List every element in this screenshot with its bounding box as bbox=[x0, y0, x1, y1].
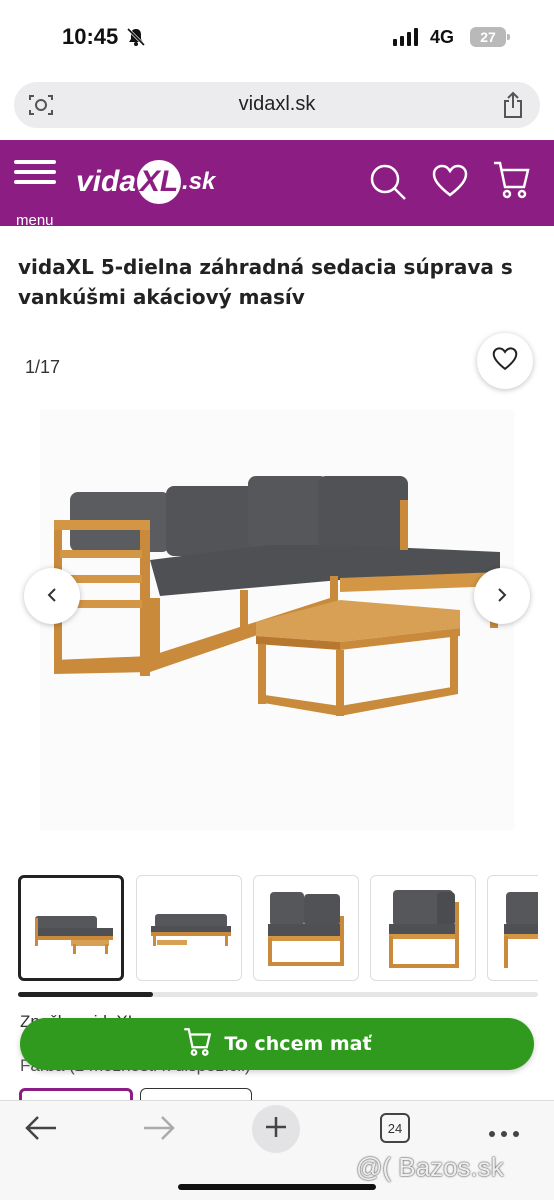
menu-button[interactable]: menu bbox=[14, 160, 60, 229]
add-to-wishlist-button[interactable] bbox=[477, 333, 533, 389]
thumbnail-5[interactable] bbox=[487, 875, 538, 981]
cart-icon[interactable] bbox=[492, 160, 530, 204]
thumbnail-scrollbar[interactable] bbox=[18, 992, 153, 997]
thumbnail-1[interactable] bbox=[18, 875, 124, 981]
prev-image-button[interactable] bbox=[24, 568, 80, 624]
product-main-image[interactable] bbox=[40, 410, 514, 830]
bell-muted-icon bbox=[126, 27, 146, 51]
menu-label: menu bbox=[16, 212, 54, 229]
battery-icon: 27 bbox=[470, 27, 510, 47]
back-icon[interactable] bbox=[24, 1113, 58, 1147]
heart-outline-icon bbox=[492, 347, 518, 375]
chevron-right-icon bbox=[496, 587, 508, 606]
chevron-left-icon bbox=[46, 587, 58, 606]
thumbnail-2[interactable] bbox=[136, 875, 242, 981]
status-time: 10:45 bbox=[62, 24, 119, 49]
image-counter: 1/17 bbox=[25, 357, 61, 377]
heart-icon[interactable] bbox=[432, 164, 468, 202]
thumbnail-4[interactable] bbox=[370, 875, 476, 981]
forward-icon[interactable] bbox=[142, 1113, 176, 1147]
next-image-button[interactable] bbox=[474, 568, 530, 624]
product-title: vidaXL 5-dielna záhradná sedacia súprava… bbox=[18, 255, 513, 309]
signal-icon bbox=[393, 28, 418, 46]
network-type: 4G bbox=[430, 27, 455, 47]
plus-icon bbox=[264, 1115, 288, 1143]
thumbnail-strip[interactable] bbox=[18, 875, 538, 985]
tab-switcher-button[interactable]: 24 bbox=[380, 1113, 410, 1143]
hamburger-icon bbox=[14, 160, 56, 164]
logo-vida: vida bbox=[76, 165, 137, 198]
add-to-cart-label: To chcem mať bbox=[224, 1033, 372, 1055]
add-to-cart-button[interactable]: To chcem mať bbox=[20, 1018, 534, 1070]
thumbnail-3[interactable] bbox=[253, 875, 359, 981]
logo-sk: .sk bbox=[182, 168, 216, 195]
new-tab-button[interactable] bbox=[252, 1105, 300, 1153]
site-logo[interactable]: vida XL .sk bbox=[76, 158, 215, 206]
logo-xl: XL bbox=[137, 160, 182, 204]
search-icon[interactable] bbox=[368, 162, 408, 206]
home-indicator bbox=[178, 1184, 376, 1190]
url-text[interactable]: vidaxl.sk bbox=[14, 93, 540, 116]
share-icon[interactable] bbox=[502, 91, 524, 123]
bazos-watermark: @( Bazos.sk bbox=[356, 1152, 504, 1182]
cart-icon bbox=[182, 1027, 212, 1062]
status-bar: 10:45 4G 27 bbox=[0, 0, 554, 72]
hamburger-bar bbox=[14, 170, 56, 174]
address-bar[interactable]: vidaxl.sk bbox=[14, 82, 540, 128]
hamburger-bar bbox=[14, 180, 56, 184]
site-header: menu vida XL .sk bbox=[0, 140, 554, 229]
more-icon[interactable] bbox=[488, 1123, 520, 1142]
